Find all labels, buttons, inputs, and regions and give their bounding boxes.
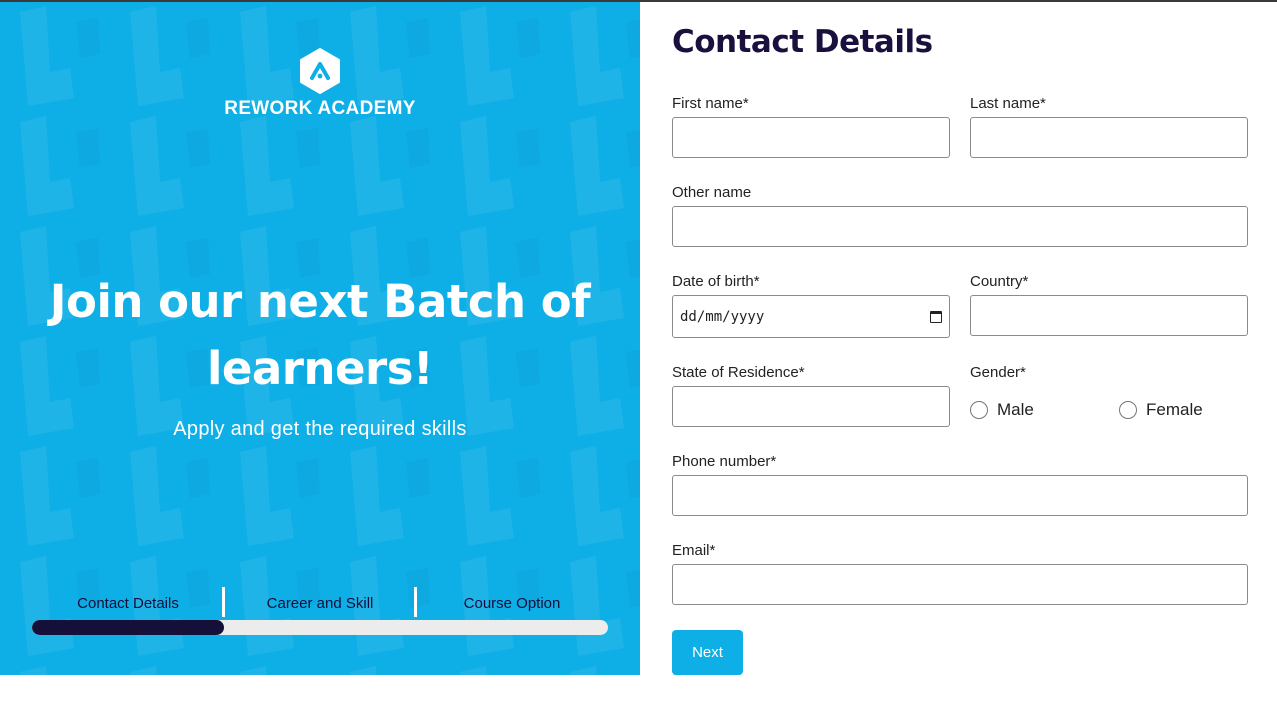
phone-number-label: Phone number*: [672, 453, 777, 470]
progress-bar: [32, 620, 608, 635]
hero-headline: Join our next Batch of learners!: [49, 275, 591, 395]
gender-option-male[interactable]: Male: [970, 400, 1034, 420]
brand-name: REWORK ACADEMY: [224, 98, 416, 119]
step-career-and-skill: Career and Skill: [266, 595, 374, 612]
rework-academy-logo-icon: [299, 48, 341, 94]
phone-number-input[interactable]: [672, 475, 1248, 516]
female-radio-label: Female: [1146, 400, 1203, 419]
gender-option-female[interactable]: Female: [1119, 400, 1203, 420]
hero-subheadline: Apply and get the required skills: [173, 418, 467, 440]
date-of-birth-label: Date of birth*: [672, 273, 760, 290]
first-name-input[interactable]: [672, 117, 950, 158]
step-indicator: Contact Details Career and Skill Course …: [32, 587, 608, 619]
step-contact-details: Contact Details: [77, 595, 179, 612]
last-name-input[interactable]: [970, 117, 1248, 158]
brand-logo: REWORK ACADEMY: [0, 48, 640, 120]
form-title: Contact Details: [672, 24, 933, 60]
date-of-birth-input[interactable]: dd/mm/yyyy: [672, 295, 950, 338]
male-radio-label: Male: [997, 400, 1034, 419]
step-course-option: Course Option: [463, 595, 561, 612]
next-button[interactable]: Next: [672, 630, 743, 675]
calendar-icon[interactable]: [930, 310, 942, 323]
other-name-label: Other name: [672, 184, 752, 201]
date-of-birth-placeholder: dd/mm/yyyy: [680, 308, 765, 325]
country-label: Country*: [970, 273, 1029, 290]
male-radio[interactable]: [970, 401, 988, 419]
female-radio[interactable]: [1119, 401, 1137, 419]
hero-panel: REWORK ACADEMY Join our next Batch of le…: [0, 2, 640, 675]
contact-form: Contact Details First name* Last name* O…: [672, 0, 1248, 713]
country-input[interactable]: [970, 295, 1248, 336]
progress-bar-fill: [32, 620, 224, 635]
other-name-input[interactable]: [672, 206, 1248, 247]
state-of-residence-label: State of Residence*: [672, 364, 805, 381]
first-name-label: First name*: [672, 95, 749, 112]
state-of-residence-input[interactable]: [672, 386, 950, 427]
email-label: Email*: [672, 542, 716, 559]
gender-label: Gender*: [970, 364, 1026, 381]
email-input[interactable]: [672, 564, 1248, 605]
last-name-label: Last name*: [970, 95, 1046, 112]
